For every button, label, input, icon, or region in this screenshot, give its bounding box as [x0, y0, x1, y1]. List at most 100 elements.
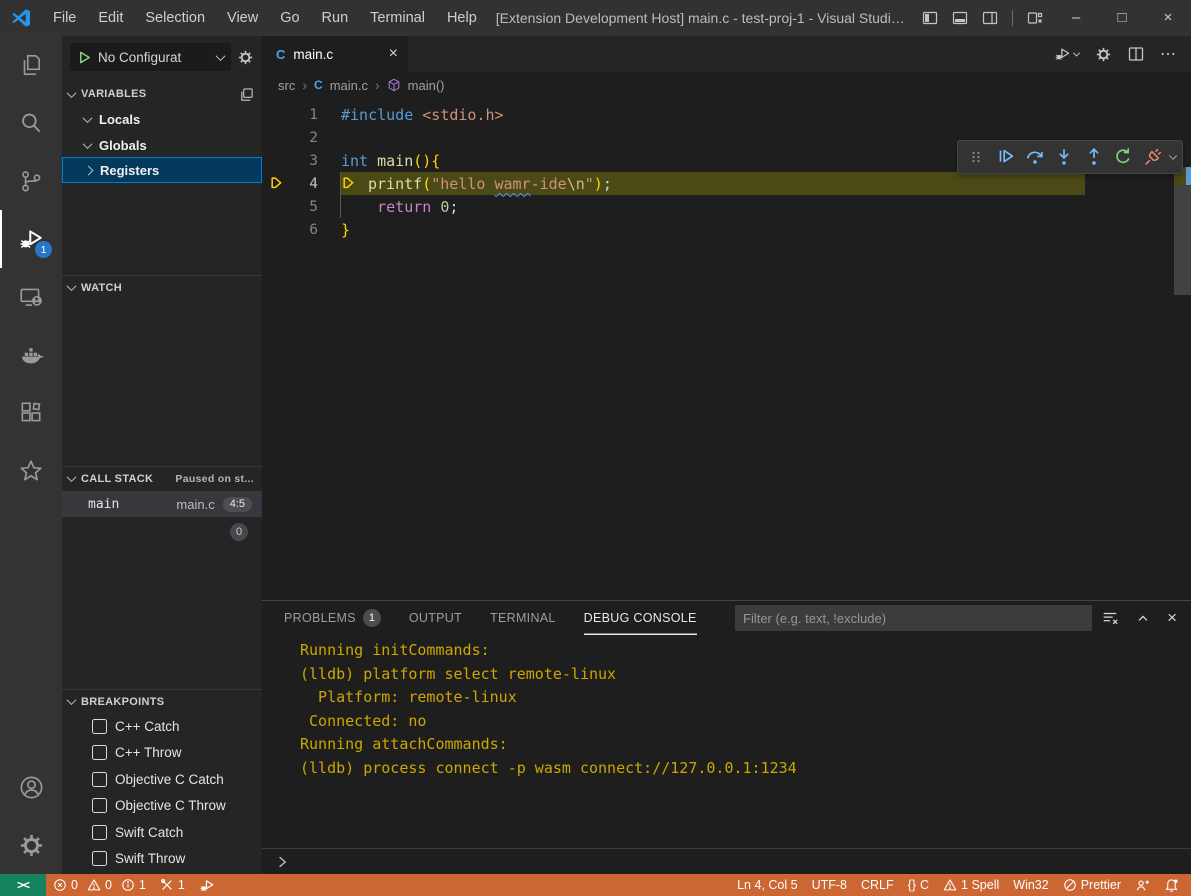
code-editor[interactable]: 1#include <stdio.h>23int main(){4printf(…: [262, 98, 1191, 600]
breadcrumb-symbol[interactable]: main(): [408, 78, 445, 93]
minimize-button[interactable]: –: [1053, 0, 1099, 36]
feedback-icon[interactable]: [1128, 874, 1157, 896]
variables-scope-registers[interactable]: Registers: [62, 157, 262, 183]
copy-value-icon[interactable]: [239, 87, 254, 102]
close-button[interactable]: ×: [1145, 0, 1191, 36]
breakpoint-row[interactable]: Objective C Throw: [62, 793, 262, 820]
code-line-5[interactable]: 5 return 0;: [262, 195, 1191, 218]
line-number[interactable]: 1: [292, 107, 318, 123]
line-number[interactable]: 3: [292, 153, 318, 169]
cursor-position[interactable]: Ln 4, Col 5: [730, 874, 804, 896]
settings-gear-icon[interactable]: [0, 816, 62, 874]
breakpoint-row[interactable]: Swift Throw: [62, 846, 262, 873]
run-and-debug-icon[interactable]: 1: [0, 210, 62, 268]
menu-terminal[interactable]: Terminal: [359, 0, 436, 36]
toggle-sidebar-icon[interactable]: [922, 10, 938, 26]
eol-indicator[interactable]: CRLF: [854, 874, 901, 896]
formatter-status[interactable]: Prettier: [1056, 874, 1128, 896]
menu-go[interactable]: Go: [269, 0, 310, 36]
step-over-button[interactable]: [1023, 144, 1047, 170]
maximize-panel-icon[interactable]: [1135, 610, 1151, 626]
breakpoint-checkbox[interactable]: [92, 825, 107, 840]
panel-tab-terminal[interactable]: TERMINAL: [490, 601, 556, 635]
search-icon[interactable]: [0, 94, 62, 152]
step-out-button[interactable]: [1082, 144, 1106, 170]
menu-selection[interactable]: Selection: [134, 0, 216, 36]
language-mode[interactable]: {} C: [901, 874, 936, 896]
scrollbar-thumb[interactable]: [1174, 185, 1191, 295]
menu-run[interactable]: Run: [311, 0, 360, 36]
menu-view[interactable]: View: [216, 0, 269, 36]
debug-status-icon[interactable]: [192, 874, 223, 896]
run-or-debug-icon[interactable]: [1054, 45, 1079, 63]
variables-scope-globals[interactable]: Globals: [62, 132, 262, 158]
call-stack-section-header[interactable]: CALL STACK Paused on st...: [62, 466, 262, 490]
toggle-secondary-sidebar-icon[interactable]: [982, 10, 998, 26]
disconnect-button[interactable]: [1141, 144, 1165, 170]
breakpoint-checkbox[interactable]: [92, 851, 107, 866]
platform-indicator[interactable]: Win32: [1006, 874, 1055, 896]
favorites-star-icon[interactable]: [0, 442, 62, 500]
code-line-6[interactable]: 6}: [262, 218, 1191, 241]
panel-tab-output[interactable]: OUTPUT: [409, 601, 462, 635]
breakpoint-row[interactable]: C++ Throw: [62, 740, 262, 767]
tools-status[interactable]: 1: [153, 874, 192, 896]
notifications-bell-icon[interactable]: [1157, 874, 1191, 896]
code-line-1[interactable]: 1#include <stdio.h>: [262, 103, 1191, 126]
close-panel-icon[interactable]: ×: [1167, 608, 1177, 628]
restart-button[interactable]: [1111, 144, 1135, 170]
menu-file[interactable]: File: [42, 0, 87, 36]
debug-console-filter-input[interactable]: [735, 605, 1092, 631]
code-line-4[interactable]: 4printf("hello wamr-ide\n");: [262, 172, 1191, 195]
line-number[interactable]: 5: [292, 199, 318, 215]
debug-console-input[interactable]: [262, 848, 1191, 874]
call-stack-frame-row[interactable]: main main.c 4:5: [62, 491, 262, 517]
start-debug-icon[interactable]: [77, 50, 92, 65]
breakpoint-row[interactable]: Objective C Catch: [62, 766, 262, 793]
breakpoint-row[interactable]: C++ Catch: [62, 713, 262, 740]
split-editor-icon[interactable]: [1128, 46, 1144, 62]
breakpoint-checkbox[interactable]: [92, 798, 107, 813]
breadcrumb-folder[interactable]: src: [278, 78, 295, 93]
problems-status[interactable]: 0 0 1: [46, 874, 153, 896]
spell-checker-status[interactable]: 1 Spell: [936, 874, 1006, 896]
more-actions-icon[interactable]: ⋯: [1160, 44, 1177, 64]
menu-edit[interactable]: Edit: [87, 0, 134, 36]
open-settings-icon[interactable]: [1095, 46, 1112, 63]
remote-indicator[interactable]: ><: [0, 874, 46, 896]
remote-explorer-icon[interactable]: [0, 268, 62, 326]
call-stack-thread-row[interactable]: 0: [62, 519, 262, 545]
explorer-icon[interactable]: [0, 36, 62, 94]
debug-settings-gear-icon[interactable]: [237, 49, 254, 66]
customize-layout-icon[interactable]: [1027, 10, 1043, 26]
line-number[interactable]: 2: [292, 130, 318, 146]
tab-main-c[interactable]: C main.c ×: [262, 36, 408, 72]
breakpoint-row[interactable]: Swift Catch: [62, 819, 262, 846]
tab-close-icon[interactable]: ×: [389, 45, 398, 63]
account-icon[interactable]: [0, 758, 62, 816]
panel-tab-problems[interactable]: PROBLEMS1: [284, 601, 381, 635]
line-number[interactable]: 6: [292, 222, 318, 238]
breakpoint-checkbox[interactable]: [92, 745, 107, 760]
menu-help[interactable]: Help: [436, 0, 488, 36]
step-into-button[interactable]: [1052, 144, 1076, 170]
breakpoint-checkbox[interactable]: [92, 719, 107, 734]
toggle-panel-icon[interactable]: [952, 10, 968, 26]
clear-console-icon[interactable]: [1101, 609, 1119, 627]
breakpoints-section-header[interactable]: BREAKPOINTS: [62, 689, 262, 713]
toolbar-drag-grip[interactable]: [964, 144, 988, 170]
watch-section-header[interactable]: WATCH: [62, 275, 262, 299]
variables-section-header[interactable]: VARIABLES: [62, 82, 262, 106]
line-number[interactable]: 4: [292, 176, 318, 192]
extensions-icon[interactable]: [0, 384, 62, 442]
encoding-indicator[interactable]: UTF-8: [805, 874, 854, 896]
debug-current-line-arrow-icon[interactable]: [262, 175, 292, 192]
docker-icon[interactable]: [0, 326, 62, 384]
variables-scope-locals[interactable]: Locals: [62, 106, 262, 132]
breadcrumb-file[interactable]: main.c: [330, 78, 368, 93]
breakpoint-checkbox[interactable]: [92, 772, 107, 787]
maximize-button[interactable]: □: [1099, 0, 1145, 36]
debug-toolbar-more-icon[interactable]: [1169, 151, 1177, 159]
panel-tab-debug-console[interactable]: DEBUG CONSOLE: [584, 601, 697, 635]
source-control-icon[interactable]: [0, 152, 62, 210]
